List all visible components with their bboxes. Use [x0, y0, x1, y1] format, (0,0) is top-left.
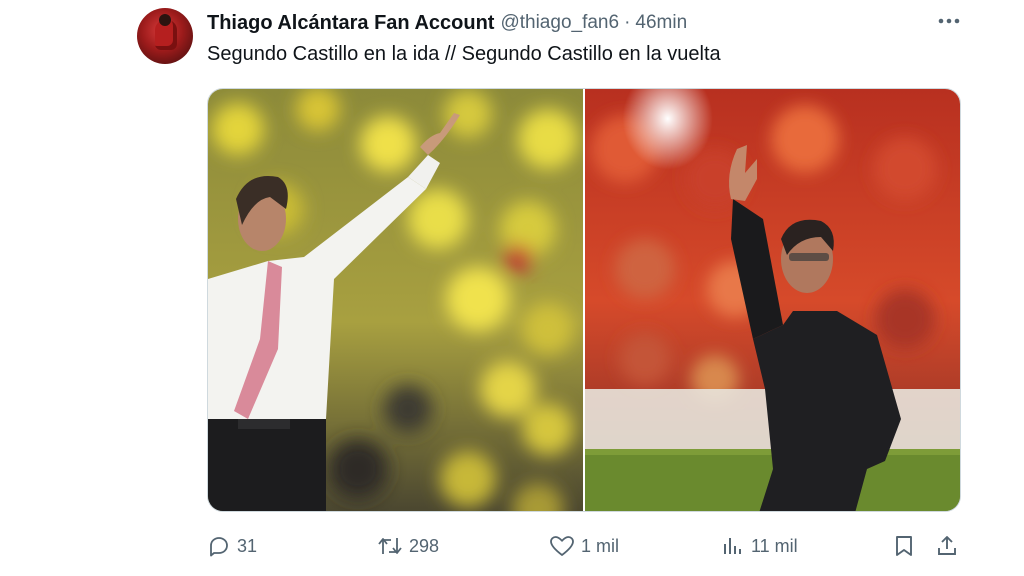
more-options-button[interactable]: [936, 8, 962, 34]
views-icon: [724, 538, 741, 554]
author-name[interactable]: Thiago Alcántara Fan Account: [207, 12, 494, 35]
tweet-text: Segundo Castillo en la ida // Segundo Ca…: [207, 43, 721, 65]
author-handle[interactable]: @thiago_fan6: [500, 12, 619, 34]
like-button[interactable]: 1 mil: [549, 530, 619, 562]
left-image[interactable]: [208, 89, 583, 511]
timestamp[interactable]: 46min: [635, 12, 687, 34]
right-image[interactable]: [585, 89, 960, 511]
left-photo-art: [208, 89, 583, 511]
views-button[interactable]: 11 mil: [721, 530, 798, 562]
reply-icon: [210, 537, 228, 557]
repost-icon: [378, 538, 402, 554]
action-bar: 31 298 1 mil 11 mil: [207, 530, 961, 562]
media-grid: [207, 88, 961, 512]
tweet-header: Thiago Alcántara Fan Account @thiago_fan…: [207, 11, 687, 35]
bookmark-icon: [896, 536, 912, 556]
view-count: 11 mil: [751, 535, 798, 556]
like-count: 1 mil: [581, 535, 620, 556]
bookmark-button[interactable]: [893, 530, 915, 562]
reply-count: 31: [237, 535, 258, 556]
more-options-icon: [938, 18, 960, 24]
reply-button[interactable]: 31: [207, 530, 257, 562]
right-photo-art: [585, 89, 960, 511]
repost-button[interactable]: 298: [377, 530, 439, 562]
tweet[interactable]: Thiago Alcántara Fan Account @thiago_fan…: [0, 0, 1024, 576]
separator-dot: ·: [624, 12, 631, 33]
repost-count: 298: [409, 535, 440, 556]
share-icon: [938, 536, 956, 555]
avatar[interactable]: [137, 8, 193, 64]
share-button[interactable]: [935, 530, 959, 562]
heart-icon: [550, 536, 574, 556]
avatar-head: [159, 14, 171, 26]
